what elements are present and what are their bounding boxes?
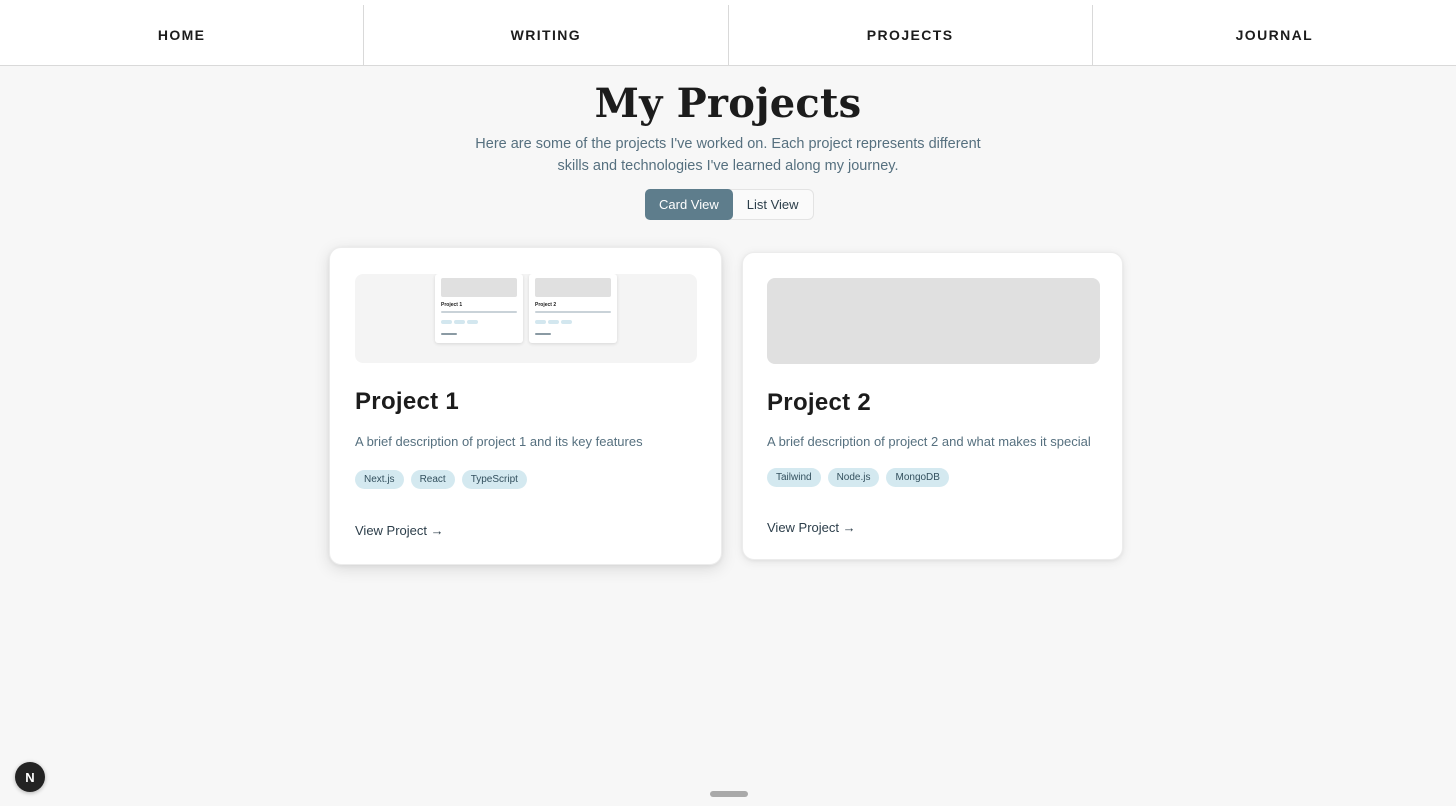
list-view-button[interactable]: List View bbox=[733, 190, 813, 219]
tag: Next.js bbox=[355, 470, 404, 489]
view-toggle: Card View List View bbox=[645, 189, 814, 220]
project-description: A brief description of project 2 and wha… bbox=[767, 434, 1091, 449]
tag: Tailwind bbox=[767, 468, 821, 487]
project-card[interactable]: Project 1 Project 2 Project 1 A brief de… bbox=[329, 247, 722, 565]
project-tags: Tailwind Node.js MongoDB bbox=[767, 468, 949, 487]
mini-card-link bbox=[441, 333, 457, 335]
project-title: Project 2 bbox=[767, 389, 872, 416]
thumbnail-mini-card: Project 2 bbox=[529, 274, 617, 343]
tag: Node.js bbox=[827, 468, 880, 487]
page-subtitle: Here are some of the projects I've worke… bbox=[475, 136, 981, 174]
nav-item-journal[interactable]: JOURNAL bbox=[1093, 5, 1456, 65]
project-tags: Next.js React TypeScript bbox=[355, 470, 527, 489]
mini-card-title: Project 2 bbox=[535, 302, 557, 308]
mini-card-link bbox=[535, 333, 551, 335]
mini-card-description bbox=[535, 311, 611, 313]
view-project-link[interactable]: View Project → bbox=[355, 523, 444, 538]
mini-card-description bbox=[441, 311, 517, 313]
thumbnail-mini-card: Project 1 bbox=[435, 274, 523, 343]
project-thumbnail: Project 1 Project 2 bbox=[355, 274, 697, 363]
mini-card-title: Project 1 bbox=[441, 302, 463, 308]
tag: MongoDB bbox=[886, 468, 949, 487]
nextjs-dev-badge[interactable]: N bbox=[15, 762, 45, 792]
tag: React bbox=[410, 470, 455, 489]
nav-item-writing[interactable]: WRITING bbox=[364, 5, 729, 65]
nav-item-home[interactable]: HOME bbox=[0, 5, 365, 65]
tag: TypeScript bbox=[461, 470, 527, 489]
mini-card-image bbox=[535, 278, 611, 297]
mini-card-tags bbox=[535, 320, 572, 324]
mini-card-image bbox=[441, 278, 517, 297]
project-description: A brief description of project 1 and its… bbox=[355, 434, 643, 449]
project-card[interactable]: Project 2 A brief description of project… bbox=[742, 252, 1123, 560]
view-project-link[interactable]: View Project → bbox=[767, 520, 856, 535]
main-nav: HOME WRITING PROJECTS JOURNAL bbox=[0, 5, 1456, 66]
nav-item-projects[interactable]: PROJECTS bbox=[729, 5, 1093, 65]
page-title: My Projects bbox=[594, 80, 862, 127]
card-view-button[interactable]: Card View bbox=[645, 189, 733, 220]
project-thumbnail bbox=[767, 278, 1100, 364]
project-title: Project 1 bbox=[355, 388, 460, 415]
mini-card-tags bbox=[441, 320, 478, 324]
home-indicator bbox=[710, 791, 748, 797]
